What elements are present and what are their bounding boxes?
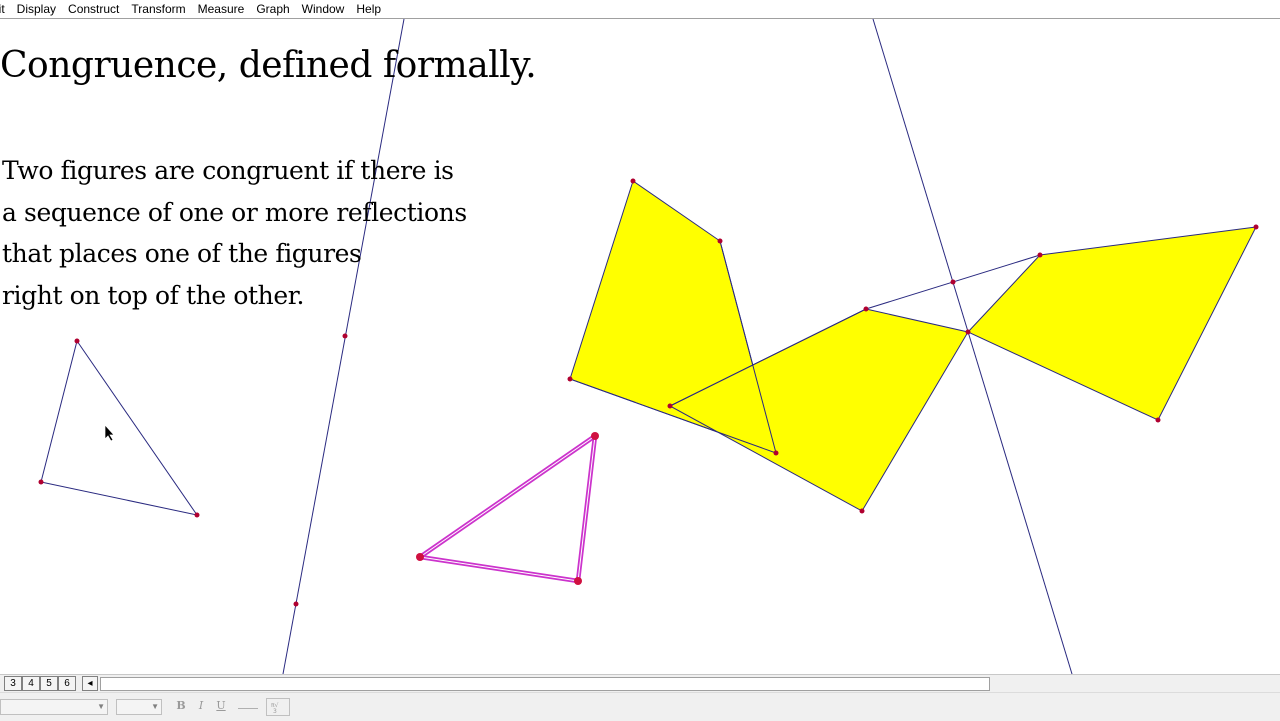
point[interactable]: [859, 508, 865, 514]
menu-help[interactable]: Help: [350, 0, 387, 18]
point-selected[interactable]: [416, 553, 424, 561]
svg-text:3: 3: [273, 708, 277, 715]
text-color-button[interactable]: [238, 698, 258, 709]
horizontal-scrollbar[interactable]: [100, 677, 990, 691]
sketch-canvas[interactable]: Congruence, defined formally. Two figure…: [0, 19, 1280, 674]
italic-button[interactable]: I: [192, 698, 210, 714]
symbol-palette-glyph: π√ 3: [271, 702, 279, 715]
point[interactable]: [342, 333, 348, 339]
point[interactable]: [1037, 252, 1043, 258]
triangle-outline[interactable]: [40, 339, 199, 516]
symbol-palette-icon[interactable]: π√ 3: [266, 698, 290, 716]
page-tab-3[interactable]: 3: [4, 676, 22, 691]
menu-measure[interactable]: Measure: [192, 0, 251, 18]
dropdown-arrow-icon: ▼: [151, 702, 159, 711]
menu-edit[interactable]: lit: [0, 0, 11, 18]
menu-bar: lit Display Construct Transform Measure …: [0, 0, 1280, 19]
menu-construct[interactable]: Construct: [62, 0, 125, 18]
point[interactable]: [965, 329, 971, 335]
point[interactable]: [194, 512, 200, 518]
point[interactable]: [293, 601, 299, 607]
cursor-arrow-icon: [104, 424, 115, 442]
point[interactable]: [717, 238, 723, 244]
point[interactable]: [667, 403, 673, 409]
point[interactable]: [38, 479, 44, 485]
page-tab-6[interactable]: 6: [58, 676, 76, 691]
menu-window[interactable]: Window: [296, 0, 351, 18]
page-tab-4[interactable]: 4: [22, 676, 40, 691]
bold-button[interactable]: B: [172, 698, 190, 714]
geometry-drawing[interactable]: [0, 19, 1280, 674]
menu-display[interactable]: Display: [11, 0, 62, 18]
point[interactable]: [567, 376, 573, 382]
quad-second-image[interactable]: [967, 226, 1257, 421]
reflection-line-left[interactable]: [282, 19, 405, 674]
point[interactable]: [950, 279, 956, 285]
point[interactable]: [1155, 417, 1161, 423]
point[interactable]: [74, 338, 80, 344]
font-size-dropdown[interactable]: ▼: [116, 699, 162, 715]
underline-button[interactable]: U: [212, 698, 230, 714]
definition-line-3: that places one of the figures: [2, 239, 362, 268]
point[interactable]: [1253, 224, 1259, 230]
point-selected[interactable]: [591, 432, 599, 440]
page-scroll-left-icon[interactable]: ◂: [82, 676, 98, 691]
definition-line-2: a sequence of one or more reflections: [2, 197, 467, 227]
font-dropdown[interactable]: ▼: [0, 699, 108, 715]
menu-transform[interactable]: Transform: [125, 0, 191, 18]
page-tab-bar: 3 4 5 6 ◂: [0, 674, 1280, 692]
page-tab-5[interactable]: 5: [40, 676, 58, 691]
triangle-selected[interactable]: [417, 433, 598, 584]
definition-line-1: Two figures are congruent if there is: [2, 156, 454, 185]
page-title: Congruence, defined formally.: [0, 45, 537, 86]
point[interactable]: [630, 178, 636, 184]
definition-text: Two figures are congruent if there is a …: [2, 150, 467, 316]
dropdown-arrow-icon: ▼: [97, 702, 105, 711]
point-selected[interactable]: [574, 577, 582, 585]
point[interactable]: [773, 450, 779, 456]
menu-graph[interactable]: Graph: [250, 0, 295, 18]
definition-line-4: right on top of the other.: [2, 280, 305, 310]
point[interactable]: [863, 306, 869, 312]
text-format-toolbar: ▼ ▼ B I U π√ 3: [0, 692, 1280, 721]
